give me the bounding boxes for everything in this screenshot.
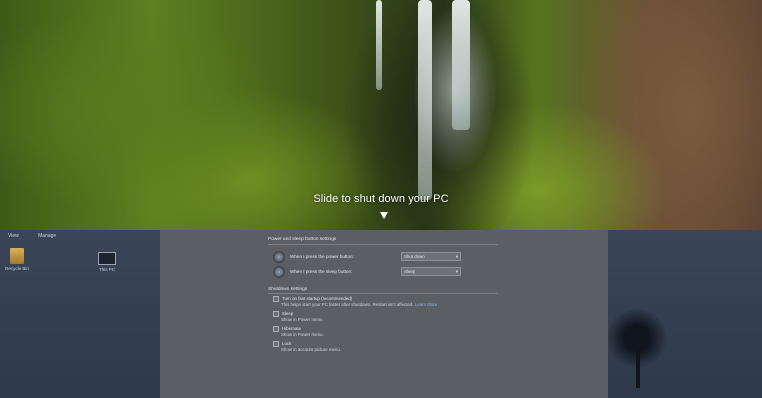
sleep-button-select[interactable]: Sleep ▾: [401, 267, 461, 276]
sleep-button-label: When I press the sleep button:: [290, 269, 353, 274]
tab-manage[interactable]: Manage: [38, 233, 56, 239]
desktop-icon-label: This PC: [98, 267, 115, 272]
power-button-label: When I press the power button:: [290, 254, 354, 259]
learn-more-link[interactable]: Learn More: [415, 302, 437, 307]
option-hibernate[interactable]: Hibernate Show in Power menu.: [273, 326, 324, 337]
option-label: Sleep: [282, 311, 294, 317]
option-sleep[interactable]: Sleep Show in Power menu.: [273, 311, 324, 322]
folder-icon: [10, 248, 24, 264]
slide-to-shutdown-panel[interactable]: Slide to shut down your PC: [0, 0, 762, 230]
section-divider: [268, 244, 498, 245]
checkbox[interactable]: [273, 296, 279, 302]
checkbox[interactable]: [273, 326, 279, 332]
option-lock[interactable]: Lock Show in account picture menu.: [273, 341, 341, 352]
shutdown-section-title: Shutdown settings: [268, 287, 308, 292]
power-section-title: Power and sleep button settings: [268, 237, 337, 242]
select-value: Shut down: [404, 254, 425, 259]
power-options-window: Power and sleep button settings When I p…: [160, 230, 608, 398]
chevron-down-icon: ▾: [455, 254, 458, 259]
desktop-icon-label: Recycle Bin: [5, 266, 29, 271]
sleep-icon: [273, 266, 285, 278]
option-label: Hibernate: [282, 326, 302, 332]
desktop-background: View Manage Recycle Bin This PC Power an…: [0, 230, 762, 398]
arrow-down-icon[interactable]: [380, 212, 388, 219]
option-label: Lock: [282, 341, 292, 347]
explorer-ribbon-tabs: View Manage: [8, 233, 74, 239]
option-fast-startup[interactable]: Turn on fast startup (recommended) This …: [273, 296, 437, 307]
chevron-down-icon: ▾: [455, 269, 458, 274]
checkbox[interactable]: [273, 311, 279, 317]
option-label: Turn on fast startup (recommended): [282, 296, 353, 302]
option-desc: Show in account picture menu.: [281, 347, 342, 352]
tree-trunk: [636, 348, 640, 388]
sleep-button-row: When I press the sleep button: Sleep ▾: [273, 266, 503, 278]
waterfall-image-detail: [376, 0, 382, 90]
desktop-icon-recycle-bin[interactable]: Recycle Bin: [2, 248, 32, 271]
desktop-icon-this-pc[interactable]: This PC: [92, 252, 122, 272]
option-desc: Show in Power menu.: [281, 332, 324, 337]
tab-view[interactable]: View: [8, 233, 19, 239]
power-icon: [273, 251, 285, 263]
checkbox[interactable]: [273, 341, 279, 347]
option-desc: This helps start your PC faster after sh…: [281, 302, 437, 307]
section-divider: [268, 293, 498, 294]
slide-shutdown-prompt: Slide to shut down your PC: [313, 193, 449, 205]
computer-icon: [98, 252, 116, 265]
waterfall-image-detail: [452, 0, 470, 130]
option-desc: Show in Power menu.: [281, 317, 324, 322]
select-value: Sleep: [404, 269, 416, 274]
option-desc-text: This helps start your PC faster after sh…: [281, 302, 414, 307]
power-button-row: When I press the power button: Shut down…: [273, 251, 503, 263]
power-button-select[interactable]: Shut down ▾: [401, 252, 461, 261]
waterfall-image-detail: [418, 0, 432, 200]
